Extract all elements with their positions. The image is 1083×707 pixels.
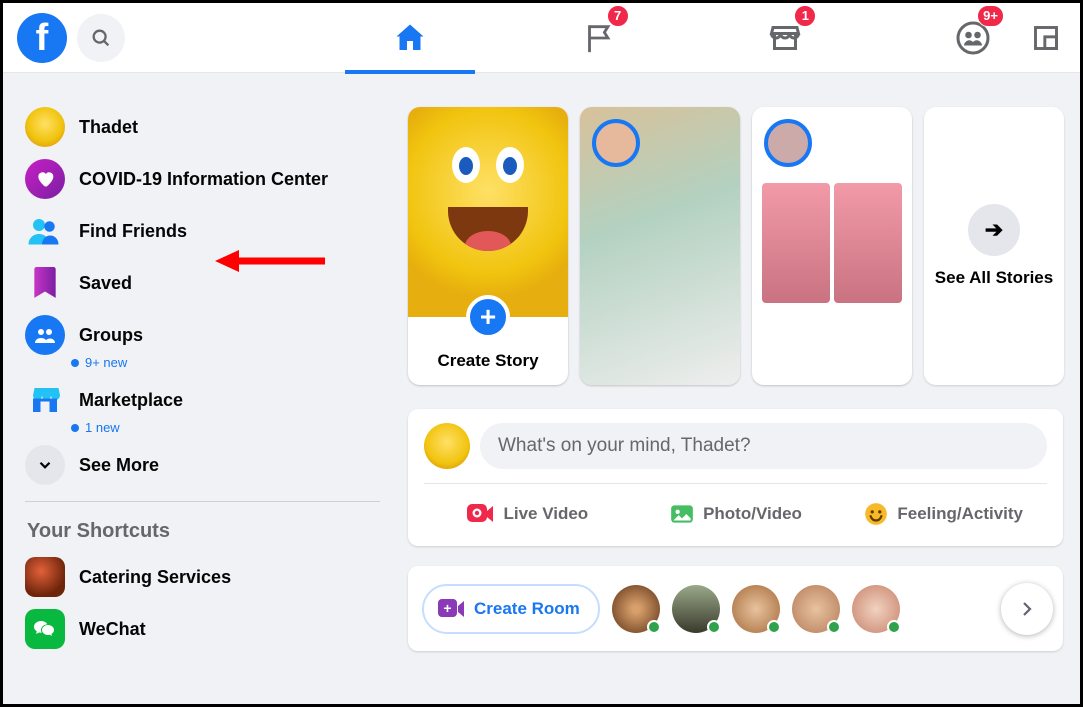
sidebar-saved[interactable]: Saved bbox=[17, 257, 388, 309]
rooms-next-button[interactable] bbox=[1001, 583, 1053, 635]
photo-video-button[interactable]: Photo/Video bbox=[632, 492, 840, 536]
facebook-logo[interactable]: f bbox=[17, 13, 67, 63]
see-all-label: See All Stories bbox=[935, 268, 1053, 288]
video-icon bbox=[467, 502, 495, 526]
create-story[interactable]: + Create Story bbox=[408, 107, 568, 385]
arrow-right-icon: ➔ bbox=[968, 204, 1020, 256]
badge-marketplace: 1 bbox=[794, 5, 816, 27]
friends-icon bbox=[25, 211, 65, 251]
plus-icon: + bbox=[466, 295, 510, 339]
sidebar-find-friends[interactable]: Find Friends bbox=[17, 205, 388, 257]
create-room-button[interactable]: + Create Room bbox=[422, 584, 600, 634]
home-icon bbox=[392, 20, 428, 56]
story-avatar bbox=[764, 119, 812, 167]
covid-label: COVID-19 Information Center bbox=[79, 169, 328, 190]
contact-avatar[interactable] bbox=[732, 585, 780, 633]
sidebar: Thadet COVID-19 Information Center Find … bbox=[3, 73, 398, 704]
story-avatar bbox=[592, 119, 640, 167]
sidebar-see-more[interactable]: See More bbox=[17, 439, 388, 491]
smiley-image bbox=[408, 107, 568, 317]
marketplace-label: Marketplace bbox=[79, 390, 183, 411]
flag-icon bbox=[581, 21, 615, 55]
groups-label: Groups bbox=[79, 325, 143, 346]
badge-watch: 7 bbox=[607, 5, 629, 27]
badge-groups: 9+ bbox=[977, 5, 1004, 27]
chevron-right-icon bbox=[1018, 600, 1036, 618]
create-story-label: Create Story bbox=[408, 351, 568, 371]
avatar[interactable] bbox=[424, 423, 470, 469]
see-more-label: See More bbox=[79, 455, 159, 476]
nav-home[interactable] bbox=[383, 11, 437, 65]
nav-watch[interactable]: 7 bbox=[571, 11, 625, 65]
avatar bbox=[25, 107, 65, 147]
bookmark-icon bbox=[25, 263, 65, 303]
contact-avatar[interactable] bbox=[672, 585, 720, 633]
shortcut-label: WeChat bbox=[79, 619, 146, 640]
chevron-down-icon bbox=[25, 445, 65, 485]
corner-icon[interactable] bbox=[1030, 22, 1062, 54]
sidebar-profile[interactable]: Thadet bbox=[17, 101, 388, 153]
saved-label: Saved bbox=[79, 273, 132, 294]
search-button[interactable] bbox=[77, 14, 125, 62]
find-friends-label: Find Friends bbox=[79, 221, 187, 242]
photo-label: Photo/Video bbox=[703, 504, 802, 524]
shortcuts-title: Your Shortcuts bbox=[17, 512, 388, 551]
top-nav: f 7 1 9+ bbox=[3, 3, 1080, 73]
wechat-icon bbox=[25, 609, 65, 649]
rooms-card: + Create Room bbox=[408, 566, 1063, 651]
grid-icon bbox=[1032, 24, 1060, 52]
story-card[interactable] bbox=[752, 107, 912, 385]
shortcut-catering[interactable]: Catering Services bbox=[17, 551, 388, 603]
see-all-stories[interactable]: ➔ See All Stories bbox=[924, 107, 1064, 385]
live-label: Live Video bbox=[503, 504, 588, 524]
composer-input[interactable]: What's on your mind, Thadet? bbox=[480, 423, 1047, 469]
live-video-button[interactable]: Live Video bbox=[424, 492, 632, 536]
divider bbox=[25, 501, 380, 502]
shortcut-label: Catering Services bbox=[79, 567, 231, 588]
contact-avatar[interactable] bbox=[852, 585, 900, 633]
stories-row: + Create Story ➔ See All Stories bbox=[408, 107, 1070, 385]
video-plus-icon: + bbox=[438, 598, 466, 620]
store-icon bbox=[25, 380, 65, 420]
feeling-button[interactable]: Feeling/Activity bbox=[839, 492, 1047, 536]
search-icon bbox=[90, 27, 112, 49]
story-card[interactable] bbox=[580, 107, 740, 385]
nav-groups[interactable]: 9+ bbox=[946, 11, 1000, 65]
photo-icon bbox=[669, 501, 695, 527]
shortcut-icon bbox=[25, 557, 65, 597]
sidebar-groups[interactable]: Groups bbox=[17, 309, 388, 361]
profile-name: Thadet bbox=[79, 117, 138, 138]
shortcut-wechat[interactable]: WeChat bbox=[17, 603, 388, 655]
heart-icon bbox=[25, 159, 65, 199]
composer-card: What's on your mind, Thadet? Live Video … bbox=[408, 409, 1063, 546]
sidebar-covid[interactable]: COVID-19 Information Center bbox=[17, 153, 388, 205]
main-content: + Create Story ➔ See All Stories bbox=[398, 73, 1080, 704]
smile-icon bbox=[863, 501, 889, 527]
feeling-label: Feeling/Activity bbox=[897, 504, 1023, 524]
sidebar-marketplace[interactable]: Marketplace bbox=[17, 374, 388, 426]
svg-text:+: + bbox=[443, 600, 451, 616]
contact-avatar[interactable] bbox=[792, 585, 840, 633]
groups-icon bbox=[25, 315, 65, 355]
create-room-label: Create Room bbox=[474, 599, 580, 619]
contact-avatar[interactable] bbox=[612, 585, 660, 633]
nav-marketplace[interactable]: 1 bbox=[758, 11, 812, 65]
